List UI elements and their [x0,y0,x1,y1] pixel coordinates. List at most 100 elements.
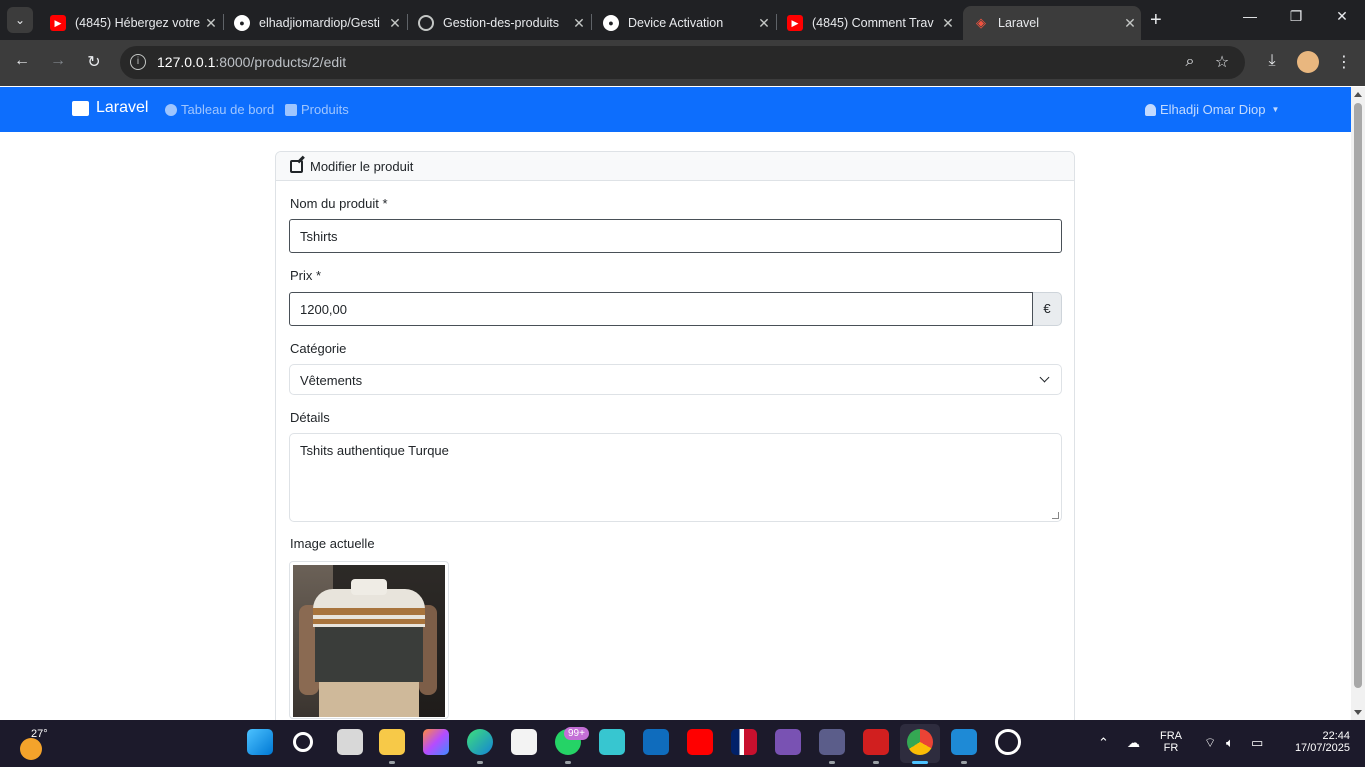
tab-device-activation[interactable]: ● Device Activation ✕ [593,6,775,40]
price-label: Prix * [290,268,322,283]
back-arrow-icon[interactable]: ← [10,52,34,70]
acrobat-icon[interactable] [863,729,889,755]
tab-github-gestion[interactable]: ● elhadjiomardiop/Gesti ✕ [224,6,406,40]
battery-icon[interactable]: ▭ [1251,735,1263,751]
restore-icon[interactable]: ❐ [1276,8,1316,25]
scroll-down-icon[interactable] [1354,710,1362,715]
navbar-brand[interactable]: Laravel [72,99,148,117]
close-tab-icon[interactable]: ✕ [200,15,222,32]
download-icon[interactable]: ⤓ [1260,52,1284,70]
tab-divider [591,14,592,30]
minimize-icon[interactable]: — [1230,8,1270,24]
chevron-up-icon[interactable]: ⌃ [1098,735,1109,751]
close-window-icon[interactable]: ✕ [1322,8,1362,25]
app-navbar: Laravel Tableau de bord Produits Elhadji… [0,87,1351,132]
url-text[interactable]: 127.0.0.1:8000/products/2/edit [157,54,346,70]
current-product-image [289,561,449,719]
wifi-icon[interactable]: ⌔ [1204,735,1216,751]
weather-moon-icon [20,738,42,760]
price-input[interactable]: 1200,00 [289,292,1033,326]
more-menu-icon[interactable]: ⋮ [1332,52,1356,72]
chatgpt-icon[interactable] [995,729,1021,755]
box-icon [285,103,297,116]
dashboard-icon [165,103,177,116]
search-icon[interactable] [293,732,313,752]
edit-product-card: Modifier le produit Nom du produit * Tsh… [275,151,1075,731]
store-icon [72,100,89,116]
close-tab-icon[interactable]: ✕ [937,15,959,32]
browser-toolbar: ← → ↻ i 127.0.0.1:8000/products/2/edit ⌕… [0,40,1365,86]
tab-gestion-des-produits[interactable]: Gestion-des-produits ✕ [408,6,590,40]
tshirt-photo [293,565,445,717]
running-indicator [477,761,483,764]
windows-taskbar: 27° 99+ ⌃ ☁ FRA FR ⌔ 🔈︎ ▭ 22:44 17/07/20… [0,720,1365,767]
details-textarea[interactable]: Tshits authentique Turque [289,433,1062,522]
microsoft-store-icon[interactable] [511,729,537,755]
active-indicator [912,761,928,764]
edit-icon [290,159,303,173]
copilot-icon[interactable] [423,729,449,755]
notification-badge: 99+ [564,727,589,740]
bookmark-star-icon[interactable]: ☆ [1210,52,1234,72]
user-icon [1145,103,1156,116]
nav-link-tableau-de-bord[interactable]: Tableau de bord [165,102,274,117]
chrome-icon[interactable] [907,729,933,755]
github-icon: ● [603,15,619,31]
running-indicator [873,761,879,764]
task-view-icon[interactable] [337,729,363,755]
outlook-icon[interactable] [643,729,669,755]
language-flag-icon[interactable] [731,729,757,755]
laravel-icon: ◈ [976,15,986,30]
resize-grip-icon[interactable] [1052,512,1059,519]
youtube-app-icon[interactable] [687,729,713,755]
profile-avatar[interactable] [1297,51,1319,73]
caret-down-icon: ▼ [1271,105,1280,114]
details-label: Détails [290,410,330,425]
tab-youtube-hebergez[interactable]: ▶ (4845) Hébergez votre ✕ [40,6,222,40]
current-image-label: Image actuelle [290,536,375,551]
language-indicator[interactable]: FRA FR [1160,730,1182,754]
globe-icon [418,15,434,31]
close-tab-icon[interactable]: ✕ [753,15,775,32]
running-indicator [565,761,571,764]
tab-laravel[interactable]: ◈ Laravel ✕ [963,6,1141,40]
tab-search-chevron-icon[interactable]: ⌄ [7,7,33,33]
keyboard-app-icon[interactable] [599,729,625,755]
file-explorer-icon[interactable] [379,729,405,755]
scroll-up-icon[interactable] [1354,92,1362,97]
zoom-icon[interactable]: ⌕ [1178,53,1202,71]
browser-tab-strip: ⌄ ▶ (4845) Hébergez votre ✕ ● elhadjioma… [0,0,1365,40]
running-indicator [389,761,395,764]
reload-icon[interactable]: ↻ [82,52,106,72]
close-tab-icon[interactable]: ✕ [568,15,590,32]
tab-youtube-comment[interactable]: ▶ (4845) Comment Trav ✕ [777,6,959,40]
start-windows-icon[interactable] [247,729,273,755]
address-bar[interactable]: i 127.0.0.1:8000/products/2/edit ⌕ ☆ [120,46,1245,79]
card-header: Modifier le produit [276,152,1074,181]
product-name-input[interactable]: Tshirts [289,219,1062,253]
nav-link-produits[interactable]: Produits [285,102,349,117]
clock[interactable]: 22:44 17/07/2025 [1282,730,1350,754]
vscode-icon[interactable] [951,729,977,755]
forward-arrow-icon[interactable]: → [46,52,70,70]
page-scrollbar[interactable] [1351,87,1365,720]
github-icon: ● [234,15,250,31]
chevron-down-icon [1039,372,1050,383]
close-tab-icon[interactable]: ✕ [384,15,406,32]
close-tab-icon[interactable]: ✕ [1119,15,1141,32]
category-label: Catégorie [290,341,347,356]
new-tab-plus-icon[interactable]: + [1150,9,1162,32]
volume-icon[interactable]: 🔈︎ [1226,735,1234,751]
name-label: Nom du produit * [290,196,388,211]
running-indicator [961,761,967,764]
youtube-icon: ▶ [787,15,803,31]
site-info-icon[interactable]: i [130,54,146,70]
onedrive-cloud-icon[interactable]: ☁ [1127,735,1140,751]
user-dropdown[interactable]: Elhadji Omar Diop ▼ [1145,102,1279,117]
bootstrap-icon[interactable] [775,729,801,755]
app-window-icon[interactable] [819,729,845,755]
scrollbar-thumb[interactable] [1354,103,1362,688]
edge-icon[interactable] [467,729,493,755]
category-select[interactable]: Vêtements [289,364,1062,395]
youtube-icon: ▶ [50,15,66,31]
